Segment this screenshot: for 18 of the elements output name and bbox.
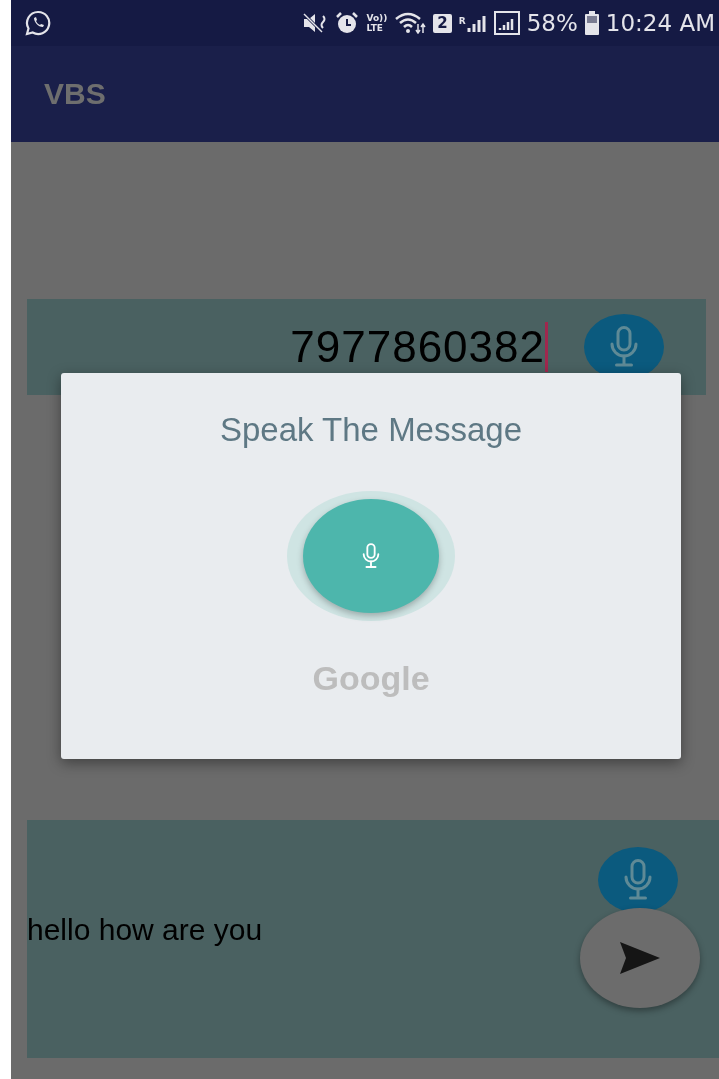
volte-label: Vo)) <box>366 13 388 23</box>
wifi-icon <box>394 12 427 34</box>
message-text: hello how are you <box>27 913 263 947</box>
battery-icon <box>584 11 599 35</box>
message-field[interactable]: hello how are you <box>27 820 719 1058</box>
alarm-icon <box>335 11 360 35</box>
chat-bubble-icon <box>25 10 51 36</box>
signal-icon <box>493 11 520 35</box>
sim-badge: 2 <box>433 13 452 33</box>
send-icon <box>618 940 662 976</box>
microphone-icon <box>360 541 382 571</box>
lte-label: LTE <box>366 23 384 33</box>
dialog-title: Speak The Message <box>219 411 523 449</box>
app-title: VBS <box>44 77 106 111</box>
clock-time: 10:24 AM <box>605 10 715 36</box>
phone-number-value: 7977860382 <box>290 322 545 372</box>
roaming-label: R <box>458 16 466 26</box>
battery-percent: 58% <box>526 10 578 36</box>
